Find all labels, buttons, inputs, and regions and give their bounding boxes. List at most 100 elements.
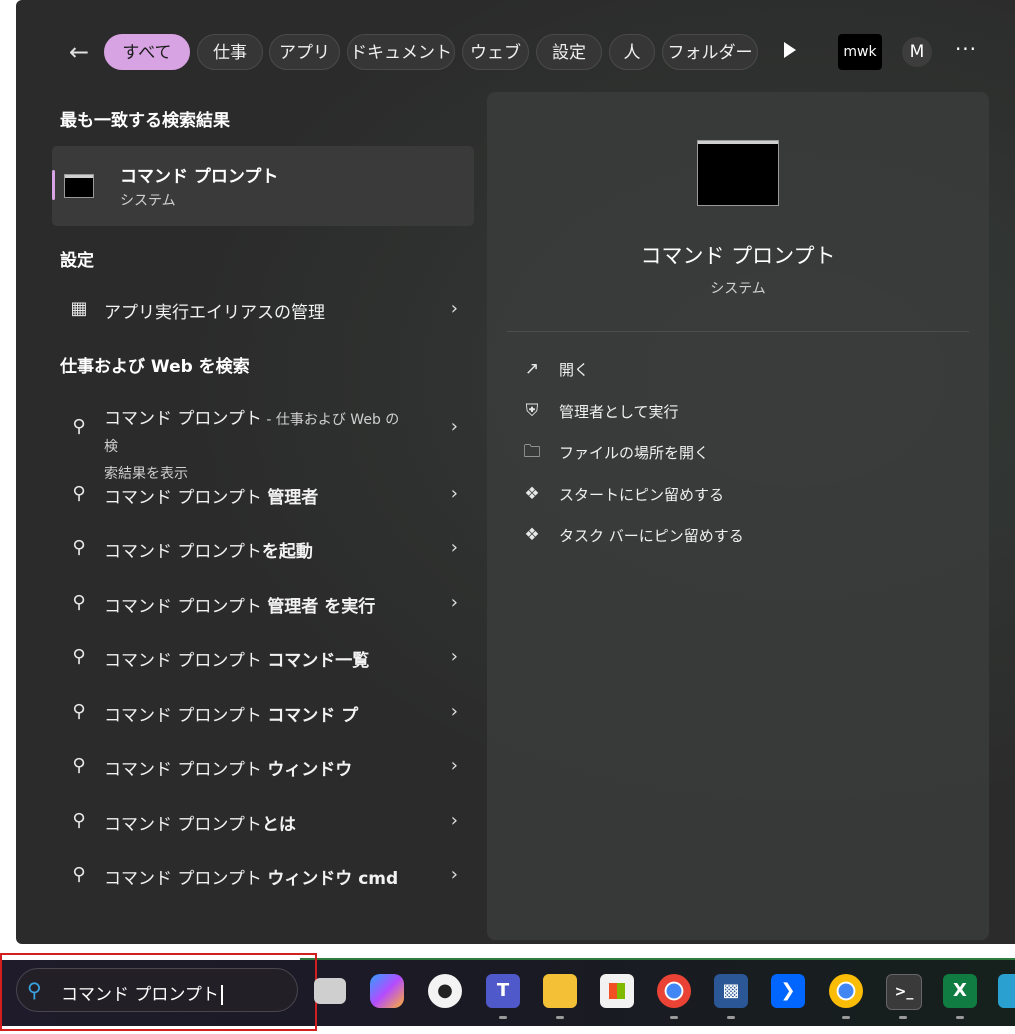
running-indicator [842,1016,850,1019]
running-indicator [670,1016,678,1019]
folder-icon: 🗀 [523,442,541,462]
search-icon: ⚲ [72,646,86,667]
running-indicator [499,1016,507,1019]
search-icon: ⚲ [72,416,86,437]
preview-pane: コマンド プロンプト システム ↗ 開く ⛨ 管理者として実行 🗀 ファイルの場… [487,92,989,940]
preview-title: コマンド プロンプト [640,244,836,268]
preview-divider [507,331,969,332]
pin-icon: ❖ [524,525,540,545]
chevron-right-icon: › [450,810,458,831]
back-arrow-icon[interactable]: ← [64,38,94,68]
task-view-icon[interactable] [314,978,346,1004]
action-label: スタートにピン留めする [559,486,725,504]
command-prompt-large-icon [697,140,779,206]
action-open-file-location[interactable]: 🗀 ファイルの場所を開く [521,437,961,467]
chrome-icon[interactable] [657,974,691,1008]
more-options-icon[interactable]: ··· [954,36,978,66]
app-alias-settings-icon: ▦ [70,298,88,319]
settings-item-label: アプリ実行エイリアスの管理 [104,303,325,323]
running-indicator [899,1016,907,1019]
web-result-item[interactable]: ⚲ コマンド プロンプト コマンド プ › [52,689,474,735]
microsoft-store-icon[interactable] [600,974,634,1008]
web-result-label: コマンド プロンプト ウィンドウ [104,760,353,780]
chevron-right-icon: › [450,537,458,558]
action-open[interactable]: ↗ 開く [521,354,961,384]
chevron-right-icon: › [450,646,458,667]
chip-web[interactable]: ウェブ [462,34,529,70]
chrome-dev-icon[interactable] [829,974,863,1008]
web-result-item[interactable]: ⚲ コマンド プロンプト ウィンドウ › [52,743,474,789]
chevron-right-icon: › [450,483,458,504]
open-external-icon: ↗ [524,359,540,379]
power-automate-icon[interactable]: ❯ [771,974,805,1008]
selection-accent [52,170,55,200]
web-result-item[interactable]: ⚲ コマンド プロンプトを起動 › [52,525,474,571]
highlight-box [0,953,317,1031]
search-icon: ⚲ [72,537,86,558]
extra-app-icon[interactable] [998,974,1015,1008]
teams-icon[interactable]: T [486,974,520,1008]
settings-item-app-alias[interactable]: ▦ アプリ実行エイリアスの管理 › [52,286,474,332]
running-indicator [956,1016,964,1019]
chevron-right-icon: › [450,592,458,613]
web-result-item[interactable]: ⚲ コマンド プロンプト コマンド一覧 › [52,634,474,680]
best-match-title: コマンド プロンプト [120,167,279,187]
web-result-item[interactable]: ⚲ コマンド プロンプト 管理者 › [52,471,474,517]
chip-apps[interactable]: アプリ [269,34,340,70]
shield-icon: ⛨ [525,401,539,421]
web-result-label: コマンド プロンプト 管理者 [104,488,319,508]
play-more-filters-icon[interactable] [784,42,796,58]
search-icon: ⚲ [72,592,86,613]
action-pin-to-taskbar[interactable]: ❖ タスク バーにピン留めする [521,520,961,550]
avatar[interactable]: M [902,37,932,67]
best-match-heading: 最も一致する検索結果 [60,111,230,131]
search-icon: ⚲ [72,483,86,504]
chevron-right-icon: › [450,864,458,885]
best-match-subtitle: システム [120,193,176,209]
search-icon: ⚲ [72,701,86,722]
web-result-label: コマンド プロンプト コマンド プ [104,706,359,726]
action-label: 管理者として実行 [559,403,679,421]
chip-all[interactable]: すべて [104,34,190,70]
chip-settings[interactable]: 設定 [536,34,602,70]
search-icon: ⚲ [72,810,86,831]
running-indicator [556,1016,564,1019]
web-result-label: コマンド プロンプトを起動 [104,542,313,562]
pin-icon: ❖ [524,484,540,504]
action-label: タスク バーにピン留めする [559,527,744,545]
preview-subtitle: システム [710,281,766,297]
web-result-item[interactable]: ⚲ コマンド プロンプトとは › [52,798,474,844]
web-result-label: コマンド プロンプト コマンド一覧 [104,651,370,671]
web-result-item[interactable]: ⚲ コマンド プロンプト 管理者 を実行 › [52,580,474,626]
start-search-panel: ← すべて 仕事 アプリ ドキュメント ウェブ 設定 人 フォルダー mwk M… [16,0,1015,944]
best-match-item[interactable]: コマンド プロンプト システム [52,146,474,226]
chevron-right-icon: › [450,416,458,437]
web-result-label: コマンド プロンプト ウィンドウ cmd [104,869,399,889]
web-result-label: コマンド プロンプトとは [104,815,296,835]
chip-work[interactable]: 仕事 [197,34,263,70]
chevron-right-icon: › [450,701,458,722]
chevron-right-icon: › [450,298,458,319]
web-result-item[interactable]: ⚲ コマンド プロンプト ウィンドウ cmd › [52,852,474,898]
excel-icon[interactable]: X [943,974,977,1008]
chip-people[interactable]: 人 [609,34,655,70]
terminal-icon[interactable]: >_ [886,974,922,1010]
file-explorer-icon[interactable] [543,974,577,1008]
action-run-as-admin[interactable]: ⛨ 管理者として実行 [521,396,961,426]
chip-documents[interactable]: ドキュメント [347,34,455,70]
running-indicator [727,1016,735,1019]
search-icon: ⚲ [72,755,86,776]
action-pin-to-start[interactable]: ❖ スタートにピン留めする [521,479,961,509]
action-label: ファイルの場所を開く [559,444,710,462]
search-icon: ⚲ [72,864,86,885]
copilot-icon[interactable] [370,974,404,1008]
web-result-label: コマンド プロンプト 管理者 を実行 [104,597,376,617]
chip-folders[interactable]: フォルダー [662,34,758,70]
org-badge[interactable]: mwk [838,34,882,70]
web-search-heading: 仕事および Web を検索 [60,357,250,377]
web-result-first[interactable]: ⚲ コマンド プロンプト - 仕事および Web の検 索結果を表示 › [52,402,474,482]
command-prompt-icon [64,174,94,198]
penguin-app-icon[interactable]: ● [428,974,462,1008]
remote-desktop-icon[interactable]: ▩ [714,974,748,1008]
settings-heading: 設定 [60,251,94,271]
